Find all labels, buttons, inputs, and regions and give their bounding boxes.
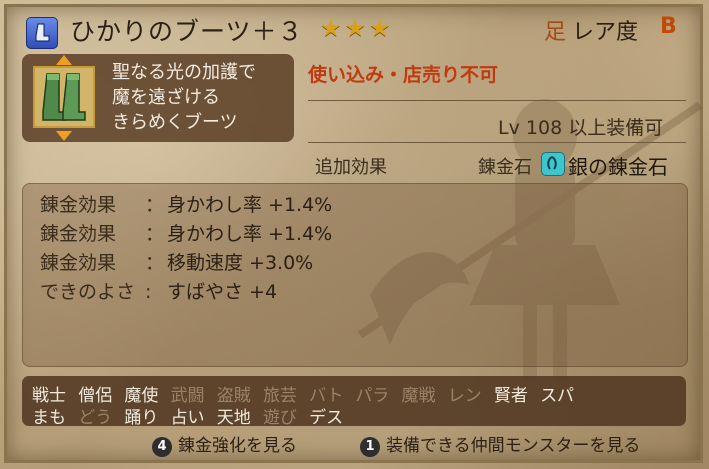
job-label: どう: [78, 408, 113, 428]
effect-label: できのよさ: [40, 281, 136, 303]
job-label: 占い: [170, 408, 205, 428]
effect-colon: :: [145, 281, 152, 303]
description-line: きらめくブーツ: [112, 112, 238, 133]
effect-colon: ：: [145, 223, 165, 245]
job-label: 魔戦: [401, 386, 436, 406]
boots-image-frame: [33, 66, 95, 128]
description-line: 魔を遠ざける: [112, 87, 220, 108]
hint-label: 錬金強化を見る: [178, 436, 297, 456]
button-4-icon: 4: [152, 437, 172, 457]
job-label: 踊り: [124, 408, 159, 428]
effect-row: 錬金効果 ：身かわし率 +1.4%: [40, 190, 332, 217]
job-label: 天地: [216, 408, 251, 428]
job-label: デス: [309, 408, 344, 428]
usage-restriction: 使い込み・店売り不可: [308, 64, 499, 86]
level-prefix: Lv: [498, 117, 520, 139]
alchemy-stone-label: 錬金石: [478, 157, 532, 178]
divider: [308, 142, 686, 143]
effect-label: 錬金効果: [40, 252, 117, 274]
description-line: 聖なる光の加護で: [112, 62, 256, 83]
effect-value: 移動速度 +3.0%: [167, 252, 314, 274]
jobs-row: 戦士 僧侶 魔使 武闘 盗賊 旅芸 バト パラ 魔戦 レン 賢者 スパ: [32, 381, 586, 406]
divider: [308, 100, 686, 101]
effect-row: 錬金効果 ：移動速度 +3.0%: [40, 248, 313, 275]
job-label: レン: [447, 386, 482, 406]
rarity-label: レア度: [572, 20, 639, 45]
rarity-grade: B: [660, 14, 677, 39]
job-label: 遊び: [262, 408, 297, 428]
job-label: 賢者: [493, 386, 528, 406]
effect-value: 身かわし率 +1.4%: [167, 223, 333, 245]
monster-companions-hint[interactable]: 1 装備できる仲間モンスターを見る: [360, 431, 640, 457]
required-level: Lv 108 以上装備可: [498, 113, 663, 140]
silver-alchemy-stone-icon: [541, 152, 565, 176]
scroll-down-arrow-icon[interactable]: [56, 131, 72, 141]
bonus-effects-label: 追加効果: [315, 157, 387, 178]
item-name: ひかりのブーツ＋３: [70, 17, 304, 46]
button-1-icon: 1: [360, 437, 380, 457]
effect-label: 錬金効果: [40, 194, 117, 216]
level-suffix: 以上装備可: [568, 117, 664, 139]
effect-row: 錬金効果 ：身かわし率 +1.4%: [40, 219, 332, 246]
effect-label: 錬金効果: [40, 223, 117, 245]
alchemy-stone-name: 銀の錬金石: [568, 155, 668, 179]
green-boots-icon: [42, 73, 86, 121]
effect-row: できのよさ: すばやさ +4: [40, 277, 277, 304]
boot-category-icon: [26, 17, 58, 49]
item-description: 聖なる光の加護で 魔を遠ざける きらめくブーツ: [112, 60, 292, 135]
level-value: 108: [525, 117, 563, 139]
slot-foot-label: 足: [544, 20, 567, 45]
hint-label: 装備できる仲間モンスターを見る: [386, 436, 641, 456]
job-label: パラ: [355, 386, 390, 406]
scroll-up-arrow-icon[interactable]: [56, 55, 72, 65]
rarity-stars: ★★★: [320, 14, 394, 42]
effect-colon: ：: [145, 194, 165, 216]
job-label: まも: [32, 408, 66, 428]
jobs-row: まも どう 踊り 占い 天地 遊び デス: [32, 403, 355, 428]
effect-colon: ：: [145, 252, 165, 274]
alchemy-enhance-hint[interactable]: 4 錬金強化を見る: [152, 431, 297, 457]
effect-value: すばやさ +4: [167, 281, 278, 303]
effect-value: 身かわし率 +1.4%: [167, 194, 333, 216]
job-label: スパ: [540, 386, 575, 406]
